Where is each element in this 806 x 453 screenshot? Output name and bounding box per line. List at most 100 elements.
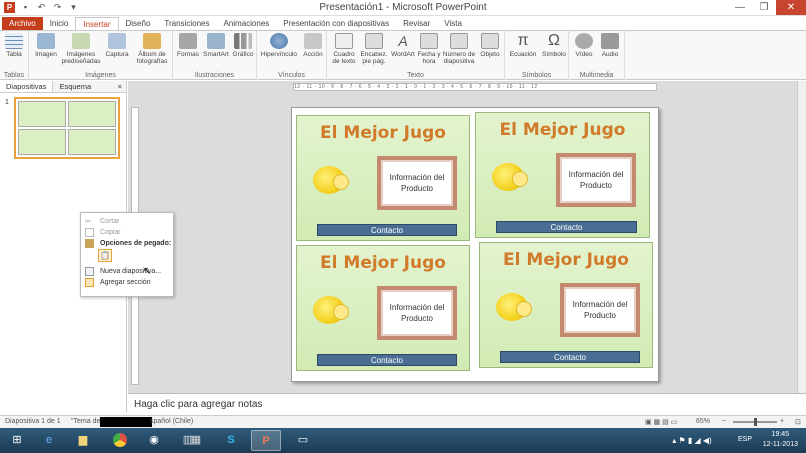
product-info-box: Información del Producto bbox=[560, 283, 640, 337]
horizontal-ruler: 12 · 11 · 10 · 9 · 8 · 7 · 6 · 5 · 4 · 3… bbox=[293, 83, 657, 91]
photo-album-icon bbox=[143, 33, 161, 49]
group-label: Símbolos bbox=[521, 72, 552, 79]
window-title: Presentación1 - Microsoft PowerPoint bbox=[319, 2, 487, 13]
chrome-icon[interactable] bbox=[105, 430, 135, 451]
view-buttons[interactable]: ▣ ▦ ▤ ▭ bbox=[645, 418, 677, 426]
table-icon bbox=[5, 33, 23, 49]
menu-item-copiar[interactable]: Copiar bbox=[81, 227, 173, 238]
tab-presentacion[interactable]: Presentación con diapositivas bbox=[276, 17, 396, 30]
zoom-out-button[interactable]: − bbox=[722, 418, 726, 425]
windows-start-icon[interactable]: ⊞ bbox=[2, 430, 32, 451]
tray-icons[interactable]: ▴ ⚑ ▮ ◢ ◀) bbox=[662, 430, 722, 451]
skype-icon[interactable]: S bbox=[216, 430, 246, 451]
card-title: El Mejor Jugo bbox=[499, 120, 626, 140]
slide-number: 1 bbox=[5, 99, 9, 106]
tab-esquema[interactable]: Esquema bbox=[53, 81, 97, 92]
window-controls: — ❐ ✕ bbox=[728, 0, 806, 15]
cuadro-texto-button[interactable]: Cuadro de texto bbox=[329, 33, 359, 65]
zoom-level[interactable]: 65% bbox=[696, 418, 710, 425]
clock-date: 12-11-2013 bbox=[762, 441, 798, 448]
vertical-scrollbar[interactable] bbox=[797, 81, 806, 393]
tab-inicio[interactable]: Inicio bbox=[43, 17, 76, 30]
omega-icon: Ω bbox=[548, 32, 560, 49]
imagen-button[interactable]: Imagen bbox=[33, 33, 59, 58]
slide[interactable]: El Mejor Jugo Información del Producto C… bbox=[291, 107, 659, 382]
theme-label: "Tema de bbox=[71, 418, 101, 425]
ecuacion-button[interactable]: π Ecuación bbox=[507, 33, 539, 59]
shapes-icon bbox=[179, 33, 197, 49]
objeto-button[interactable]: Objeto bbox=[477, 33, 503, 58]
tab-transiciones[interactable]: Transiciones bbox=[157, 17, 216, 30]
internet-explorer-icon[interactable]: e bbox=[34, 430, 64, 451]
minimize-button[interactable]: — bbox=[728, 0, 752, 15]
zoom-in-button[interactable]: + bbox=[780, 418, 784, 425]
tab-diapositivas[interactable]: Diapositivas bbox=[0, 81, 54, 92]
notes-pane[interactable]: Haga clic para agregar notas bbox=[128, 393, 806, 415]
menu-item-cortar[interactable]: ✂ Cortar bbox=[81, 216, 173, 227]
numero-diapositiva-button[interactable]: Número de diapositiva bbox=[441, 33, 477, 65]
smartart-button[interactable]: SmartArt bbox=[202, 33, 230, 58]
contact-bar: Contacto bbox=[317, 354, 457, 366]
tab-archivo[interactable]: Archivo bbox=[2, 17, 43, 30]
slide-count: Diapositiva 1 de 1 bbox=[5, 418, 61, 425]
product-card[interactable]: El Mejor Jugo Información del Producto C… bbox=[475, 112, 650, 238]
clock-time: 19:45 bbox=[771, 431, 790, 438]
slide-thumbnail[interactable] bbox=[14, 97, 120, 159]
audio-button[interactable]: Audio bbox=[597, 33, 623, 58]
tab-vista[interactable]: Vista bbox=[437, 17, 469, 30]
accion-button[interactable]: Acción bbox=[300, 33, 326, 58]
language-label: spañol (Chile) bbox=[150, 418, 194, 425]
close-button[interactable]: ✕ bbox=[776, 0, 806, 15]
encabezado-button[interactable]: Encabez. pie pág. bbox=[359, 33, 389, 65]
zoom-slider-handle[interactable] bbox=[754, 418, 757, 426]
status-bar: Diapositiva 1 de 1 "Tema de spañol (Chil… bbox=[0, 415, 806, 428]
file-explorer-icon[interactable]: ▆ bbox=[68, 430, 98, 451]
lemon-icon bbox=[492, 163, 528, 191]
group-vinculos: Hipervínculo Acción Vínculos bbox=[257, 31, 327, 80]
tab-animaciones[interactable]: Animaciones bbox=[216, 17, 276, 30]
product-card[interactable]: El Mejor Jugo Información del Producto C… bbox=[479, 242, 653, 368]
product-info-box: Información del Producto bbox=[556, 153, 636, 207]
restore-button[interactable]: ❐ bbox=[752, 0, 776, 15]
contact-bar: Contacto bbox=[317, 224, 457, 236]
redaction-block bbox=[100, 417, 152, 427]
menu-item-nueva-diapositiva[interactable]: Nueva diapositiva... bbox=[81, 266, 173, 277]
tab-insertar[interactable]: Insertar bbox=[75, 17, 119, 30]
taskbar: ⊞ e ▆ ◉ ▥ ▦ S P ▭ ▴ ⚑ ▮ ◢ ◀) ESP 19:45 1… bbox=[0, 428, 806, 453]
media-app-icon[interactable]: ◉ bbox=[139, 430, 169, 451]
fit-window-button[interactable]: ⊡ bbox=[795, 418, 801, 426]
powerpoint-taskbar-icon[interactable]: P bbox=[251, 430, 281, 451]
tabla-button[interactable]: Tabla bbox=[3, 33, 25, 58]
tab-diseno[interactable]: Diseño bbox=[119, 17, 158, 30]
tab-revisar[interactable]: Revisar bbox=[396, 17, 437, 30]
pane-tabs: Diapositivas Esquema × bbox=[0, 81, 126, 93]
close-pane-icon[interactable]: × bbox=[112, 81, 126, 92]
smartart-icon bbox=[207, 33, 225, 49]
formas-button[interactable]: Formas bbox=[175, 33, 201, 58]
calculator-icon[interactable]: ▦ bbox=[181, 430, 211, 451]
hipervinculo-button[interactable]: Hipervínculo bbox=[259, 33, 299, 58]
clock[interactable]: 19:45 12-11-2013 bbox=[763, 430, 798, 450]
desktop-window-icon[interactable]: ▭ bbox=[288, 430, 318, 451]
paste-option-icon[interactable]: 📋 bbox=[98, 249, 112, 262]
menu-item-agregar-seccion[interactable]: Agregar sección bbox=[81, 277, 173, 288]
copy-icon bbox=[85, 228, 94, 237]
group-ilustraciones: Formas SmartArt Gráfico Ilustraciones bbox=[173, 31, 257, 80]
simbolo-button[interactable]: Ω Símbolo bbox=[539, 32, 569, 59]
product-card[interactable]: El Mejor Jugo Información del Producto C… bbox=[296, 245, 470, 371]
product-card[interactable]: El Mejor Jugo Información del Producto C… bbox=[296, 115, 470, 241]
context-menu: ✂ Cortar Copiar Opciones de pegado: 📋 Nue… bbox=[80, 212, 174, 297]
wordart-button[interactable]: A WordArt bbox=[389, 33, 417, 58]
lemon-icon bbox=[496, 293, 532, 321]
language-indicator[interactable]: ESP bbox=[738, 436, 752, 443]
fecha-hora-button[interactable]: Fecha y hora bbox=[417, 33, 441, 65]
grafico-button[interactable]: Gráfico bbox=[230, 33, 256, 58]
captura-button[interactable]: Captura bbox=[103, 33, 131, 58]
imagenes-prediseñadas-button[interactable]: Imágenes prediseñadas bbox=[61, 33, 101, 65]
group-label: Multimedia bbox=[579, 72, 614, 79]
video-button[interactable]: Vídeo bbox=[571, 33, 597, 58]
object-icon bbox=[481, 33, 499, 49]
album-button[interactable]: Álbum de fotografías bbox=[133, 33, 171, 65]
group-label: Ilustraciones bbox=[194, 72, 235, 79]
lemon-icon bbox=[313, 166, 349, 194]
